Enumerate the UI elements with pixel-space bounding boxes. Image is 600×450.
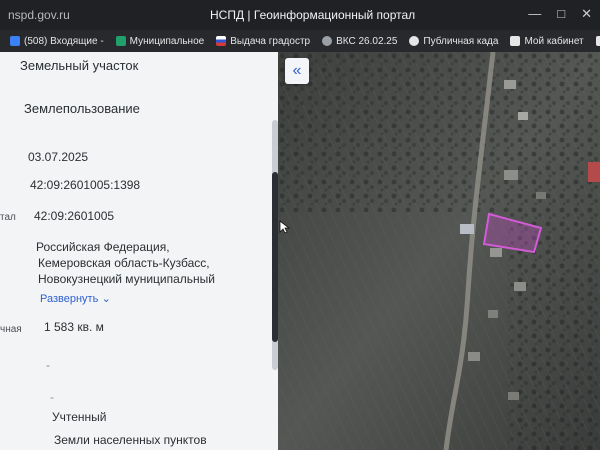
flag-icon [216, 36, 227, 46]
area-label: чная [0, 324, 22, 335]
cabinet-icon [595, 36, 600, 46]
bookmarks-bar: (508) Входящие - Муниципальное Выдача гр… [0, 30, 600, 52]
cabinet-icon [510, 36, 521, 46]
address-bar[interactable]: nspd.gov.ru [8, 8, 70, 22]
bookmark-cadastral-map[interactable]: Публичная када [409, 36, 498, 47]
satellite-map[interactable] [278, 52, 600, 450]
section-title: Земельный участок [20, 58, 139, 73]
bookmark-vks[interactable]: ВКС 26.02.25 [322, 36, 397, 47]
land-category: Земли населенных пунктов [54, 433, 207, 447]
browser-titlebar: nspd.gov.ru НСПД | Геоинформационный пор… [0, 0, 600, 30]
mail-icon [10, 36, 20, 46]
chevron-down-icon: ⌄ [101, 293, 111, 305]
bookmark-label: (508) Входящие - [24, 35, 104, 47]
parcel-info-panel: Земельный участок Землепользование 03.07… [0, 52, 278, 450]
bookmark-label: ВКС 26.02.25 [336, 35, 398, 47]
collapse-panel-button[interactable]: « [285, 58, 309, 84]
bookmark-label: Публичная када [423, 35, 499, 47]
close-button[interactable]: ✕ [581, 6, 592, 22]
quarter-label: тал [0, 212, 16, 223]
bookmark-label: Муниципальное [129, 35, 205, 47]
double-chevron-left-icon: « [292, 62, 302, 79]
mouse-cursor-icon [279, 220, 291, 234]
window-controls: — □ ✕ [528, 6, 592, 22]
expand-link[interactable]: Развернуть ⌄ [40, 291, 111, 305]
bookmark-inbox[interactable]: (508) Входящие - [10, 36, 104, 47]
bookmark-extra[interactable]: Л [595, 36, 600, 47]
maximize-button[interactable]: □ [557, 6, 565, 22]
bookmark-label: Мой кабинет [524, 35, 584, 47]
address-line-3: Новокузнецкий муниципальный [38, 272, 215, 286]
gear-icon [322, 36, 333, 46]
cadastral-quarter: 42:09:2601005 [34, 209, 115, 223]
bookmark-municipal[interactable]: Муниципальное [115, 35, 205, 47]
bookmark-cabinet[interactable]: Мой кабинет [510, 35, 584, 47]
parcel-area: 1 583 кв. м [44, 320, 104, 334]
window-title: НСПД | Геоинформационный портал [210, 8, 416, 22]
parcel-status: Учтенный [52, 410, 107, 424]
expand-link-label: Развернуть [40, 293, 99, 305]
address-line-1: Российская Федерация, [36, 240, 170, 254]
globe-icon [409, 36, 420, 46]
bookmark-label: Выдача градостр [230, 35, 311, 47]
emblem-icon [115, 36, 126, 46]
record-date: 03.07.2025 [28, 150, 89, 164]
subsection-title: Землепользование [24, 101, 140, 116]
empty-value-2: - [50, 390, 54, 404]
address-line-2: Кемеровская область-Кузбасс, [38, 256, 210, 270]
cadastral-number: 42:09:2601005:1398 [30, 178, 141, 192]
bookmark-permits[interactable]: Выдача градостр [216, 36, 310, 47]
map-imagery [278, 52, 600, 450]
minimize-button[interactable]: — [528, 6, 541, 22]
empty-value-1: - [46, 358, 50, 372]
